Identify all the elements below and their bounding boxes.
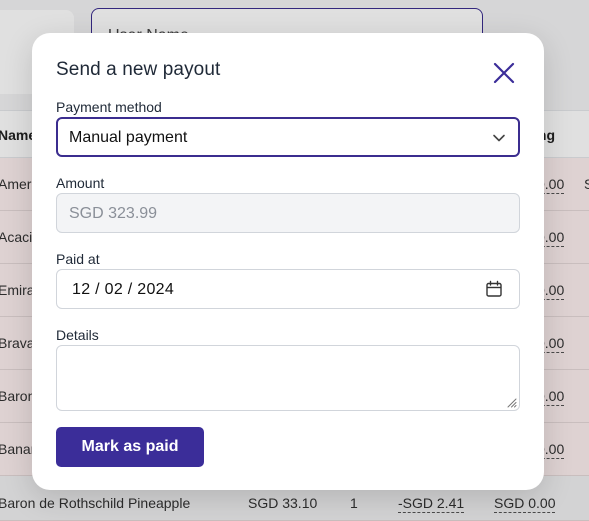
close-icon: [493, 62, 515, 84]
mark-as-paid-button[interactable]: Mark as paid: [56, 427, 204, 467]
paid-at-value: 12 / 02 / 2024: [72, 281, 175, 298]
details-textarea[interactable]: [56, 345, 520, 411]
payment-method-value: Manual payment: [69, 129, 188, 146]
details-label: Details: [56, 327, 99, 343]
modal-title: Send a new payout: [56, 59, 221, 80]
payment-method-select[interactable]: Manual payment: [56, 117, 520, 157]
chevron-down-icon: [493, 134, 505, 142]
paid-at-label: Paid at: [56, 251, 100, 267]
resize-handle-icon[interactable]: [505, 396, 517, 408]
amount-value: SGD 323.99: [69, 205, 158, 222]
amount-label: Amount: [56, 175, 105, 191]
calendar-icon[interactable]: [485, 280, 503, 298]
paid-at-date-input[interactable]: 12 / 02 / 2024: [56, 269, 520, 309]
close-button[interactable]: [490, 59, 518, 87]
payment-method-label: Payment method: [56, 99, 162, 115]
amount-field: SGD 323.99: [56, 193, 520, 233]
payout-modal: Send a new payout Payment method Manual …: [32, 33, 544, 490]
